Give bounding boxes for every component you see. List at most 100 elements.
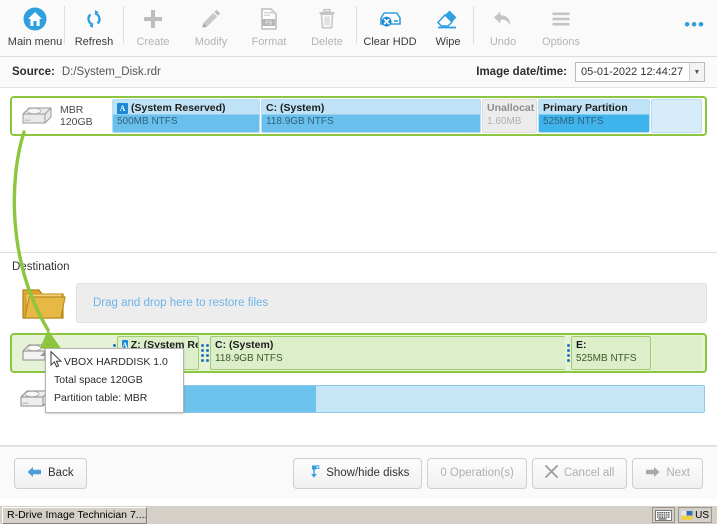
operations-button[interactable]: 0 Operation(s) bbox=[427, 457, 527, 489]
toolbar-label-clear-hdd: Clear HDD bbox=[363, 36, 417, 48]
image-datetime-value: 05-01-2022 12:44:27 bbox=[581, 66, 684, 78]
toolbar-label-undo: Undo bbox=[489, 36, 517, 48]
bottom-right-button-group: Show/hide disks 0 Operation(s) Cancel al… bbox=[293, 457, 703, 489]
active-flag-icon: A bbox=[117, 103, 128, 114]
taskbar-task-label: R-Drive Image Technician 7.... bbox=[7, 509, 147, 521]
source-bar: Source: D:/System_Disk.rdr Image date/ti… bbox=[0, 57, 717, 88]
toolbar-button-format[interactable]: FS Format bbox=[240, 0, 298, 55]
source-partition-primary[interactable]: Primary Partition 525MB NTFS bbox=[538, 99, 650, 133]
toolbar-label-modify: Modify bbox=[194, 36, 228, 48]
disk-tooltip: VBOX HARDDISK 1.0 Total space 120GB Part… bbox=[45, 348, 184, 413]
tooltip-partition-table: Partition table: MBR bbox=[54, 392, 148, 404]
rdrive-image-window: Main menu Refresh Create Modify FS Forma… bbox=[0, 0, 717, 524]
source-partition-2-size: 1.60MB bbox=[487, 116, 522, 127]
next-button-label: Next bbox=[666, 467, 690, 479]
destination-title: Destination bbox=[12, 261, 70, 273]
toolbar-label-create: Create bbox=[136, 36, 170, 48]
pencil-icon bbox=[199, 5, 223, 33]
restore-files-dropzone[interactable]: Drag and drop here to restore files bbox=[76, 283, 707, 323]
eraser-icon bbox=[435, 5, 461, 33]
toolbar-label-refresh: Refresh bbox=[74, 36, 114, 48]
toolbar-label-delete: Delete bbox=[311, 36, 343, 48]
toolbar-button-clear-hdd[interactable]: Clear HDD bbox=[357, 0, 423, 55]
source-partition-0-name: (System Reserved) bbox=[131, 102, 226, 114]
next-arrow-icon bbox=[645, 466, 660, 481]
source-disk-size: 120GB bbox=[60, 116, 93, 128]
language-indicator[interactable]: US bbox=[678, 507, 712, 523]
toolbar-button-wipe[interactable]: Wipe bbox=[423, 0, 473, 55]
dropzone-text: Drag and drop here to restore files bbox=[93, 297, 269, 309]
toolbar-label-wipe: Wipe bbox=[435, 36, 461, 48]
destination-partition-e[interactable]: E: 525MB NTFS bbox=[571, 336, 651, 370]
source-partition-free-tail[interactable] bbox=[651, 99, 702, 133]
destination-partition-free-tail[interactable] bbox=[652, 336, 702, 370]
source-disk-meta: MBR 120GB bbox=[60, 104, 112, 128]
back-arrow-icon bbox=[27, 466, 42, 481]
source-partition-unallocated[interactable]: Unallocat 1.60MB bbox=[482, 99, 537, 133]
windows-taskbar: R-Drive Image Technician 7.... US bbox=[0, 505, 717, 524]
source-partition-1-name: C: (System) bbox=[266, 102, 325, 114]
system-tray: US bbox=[652, 507, 715, 523]
source-partition-3-name: Primary Partition bbox=[543, 102, 628, 114]
keyboard-icon[interactable] bbox=[652, 507, 676, 523]
source-partition-1-size: 118.9GB NTFS bbox=[266, 116, 334, 127]
source-disk-table: MBR bbox=[60, 104, 84, 116]
source-partition-2-name: Unallocat bbox=[487, 102, 535, 114]
toolbar-label-options: Options bbox=[542, 36, 580, 48]
hard-disk-icon bbox=[14, 105, 60, 127]
destination-partitions: A Z: (System Re C: (System) 118.9GB NTFS bbox=[112, 336, 703, 370]
mouse-cursor-icon bbox=[50, 351, 63, 368]
taskbar-task-rdrive[interactable]: R-Drive Image Technician 7.... bbox=[2, 506, 147, 524]
chevron-down-icon[interactable]: ▼ bbox=[689, 63, 704, 81]
folder-icon bbox=[10, 282, 76, 324]
bottom-button-bar: Back Show/hide disks 0 Operation(s) Canc… bbox=[0, 446, 717, 499]
show-hide-disks-icon bbox=[306, 464, 320, 482]
toolbar-button-modify[interactable]: Modify bbox=[182, 0, 240, 55]
destination-partition-1-name: C: (System) bbox=[215, 339, 274, 351]
source-partition-3-size: 525MB NTFS bbox=[543, 116, 604, 127]
svg-text:FS: FS bbox=[265, 20, 272, 26]
cancel-all-button[interactable]: Cancel all bbox=[531, 457, 628, 489]
toolbar-button-delete[interactable]: Delete bbox=[298, 0, 356, 55]
back-button-label: Back bbox=[48, 467, 74, 479]
home-icon bbox=[22, 5, 48, 33]
tooltip-total-space: Total space 120GB bbox=[54, 374, 143, 386]
show-hide-disks-label: Show/hide disks bbox=[326, 467, 410, 479]
hamburger-icon bbox=[549, 5, 573, 33]
destination-drop-row: Drag and drop here to restore files bbox=[10, 279, 707, 327]
destination-disk-2-bar[interactable] bbox=[110, 385, 705, 413]
source-partition-system-reserved[interactable]: A (System Reserved) 500MB NTFS bbox=[112, 99, 260, 133]
toolbar-button-refresh[interactable]: Refresh bbox=[65, 0, 123, 55]
plus-icon bbox=[141, 5, 165, 33]
source-partition-c-system[interactable]: C: (System) 118.9GB NTFS bbox=[261, 99, 481, 133]
clear-hdd-icon bbox=[377, 5, 403, 33]
trash-icon bbox=[315, 5, 339, 33]
toolbar-overflow-button[interactable]: ••• bbox=[684, 16, 705, 33]
next-button[interactable]: Next bbox=[632, 457, 703, 489]
source-label: Source: bbox=[12, 66, 55, 78]
tooltip-title: VBOX HARDDISK 1.0 bbox=[64, 356, 168, 368]
language-label: US bbox=[695, 509, 709, 521]
toolbar-button-options[interactable]: Options bbox=[532, 0, 590, 55]
source-disk-row[interactable]: MBR 120GB A (System Reserved) 500MB NTFS… bbox=[10, 96, 707, 136]
language-flag-icon bbox=[681, 510, 693, 520]
toolbar-button-create[interactable]: Create bbox=[124, 0, 182, 55]
close-x-icon bbox=[544, 465, 558, 481]
undo-arrow-icon bbox=[491, 5, 515, 33]
cancel-all-label: Cancel all bbox=[563, 467, 615, 479]
source-panel: MBR 120GB A (System Reserved) 500MB NTFS… bbox=[0, 88, 717, 253]
destination-partition-c-system[interactable]: C: (System) 118.9GB NTFS bbox=[210, 336, 565, 370]
refresh-icon bbox=[82, 5, 106, 33]
operations-label: 0 Operation(s) bbox=[440, 467, 514, 479]
toolbar-button-main-menu[interactable]: Main menu bbox=[6, 0, 64, 55]
toolbar-label-format: Format bbox=[251, 36, 287, 48]
back-button[interactable]: Back bbox=[14, 457, 87, 489]
image-datetime-label: Image date/time: bbox=[476, 66, 567, 78]
destination-disk-2-segment-free[interactable] bbox=[316, 386, 704, 412]
destination-partition-2-size: 525MB NTFS bbox=[576, 353, 637, 364]
image-datetime-dropdown[interactable]: 05-01-2022 12:44:27 ▼ bbox=[575, 62, 705, 82]
destination-partition-2-name: E: bbox=[576, 339, 587, 351]
destination-partition-1-size: 118.9GB NTFS bbox=[215, 353, 283, 364]
show-hide-disks-button[interactable]: Show/hide disks bbox=[293, 457, 423, 489]
toolbar-button-undo[interactable]: Undo bbox=[474, 0, 532, 55]
